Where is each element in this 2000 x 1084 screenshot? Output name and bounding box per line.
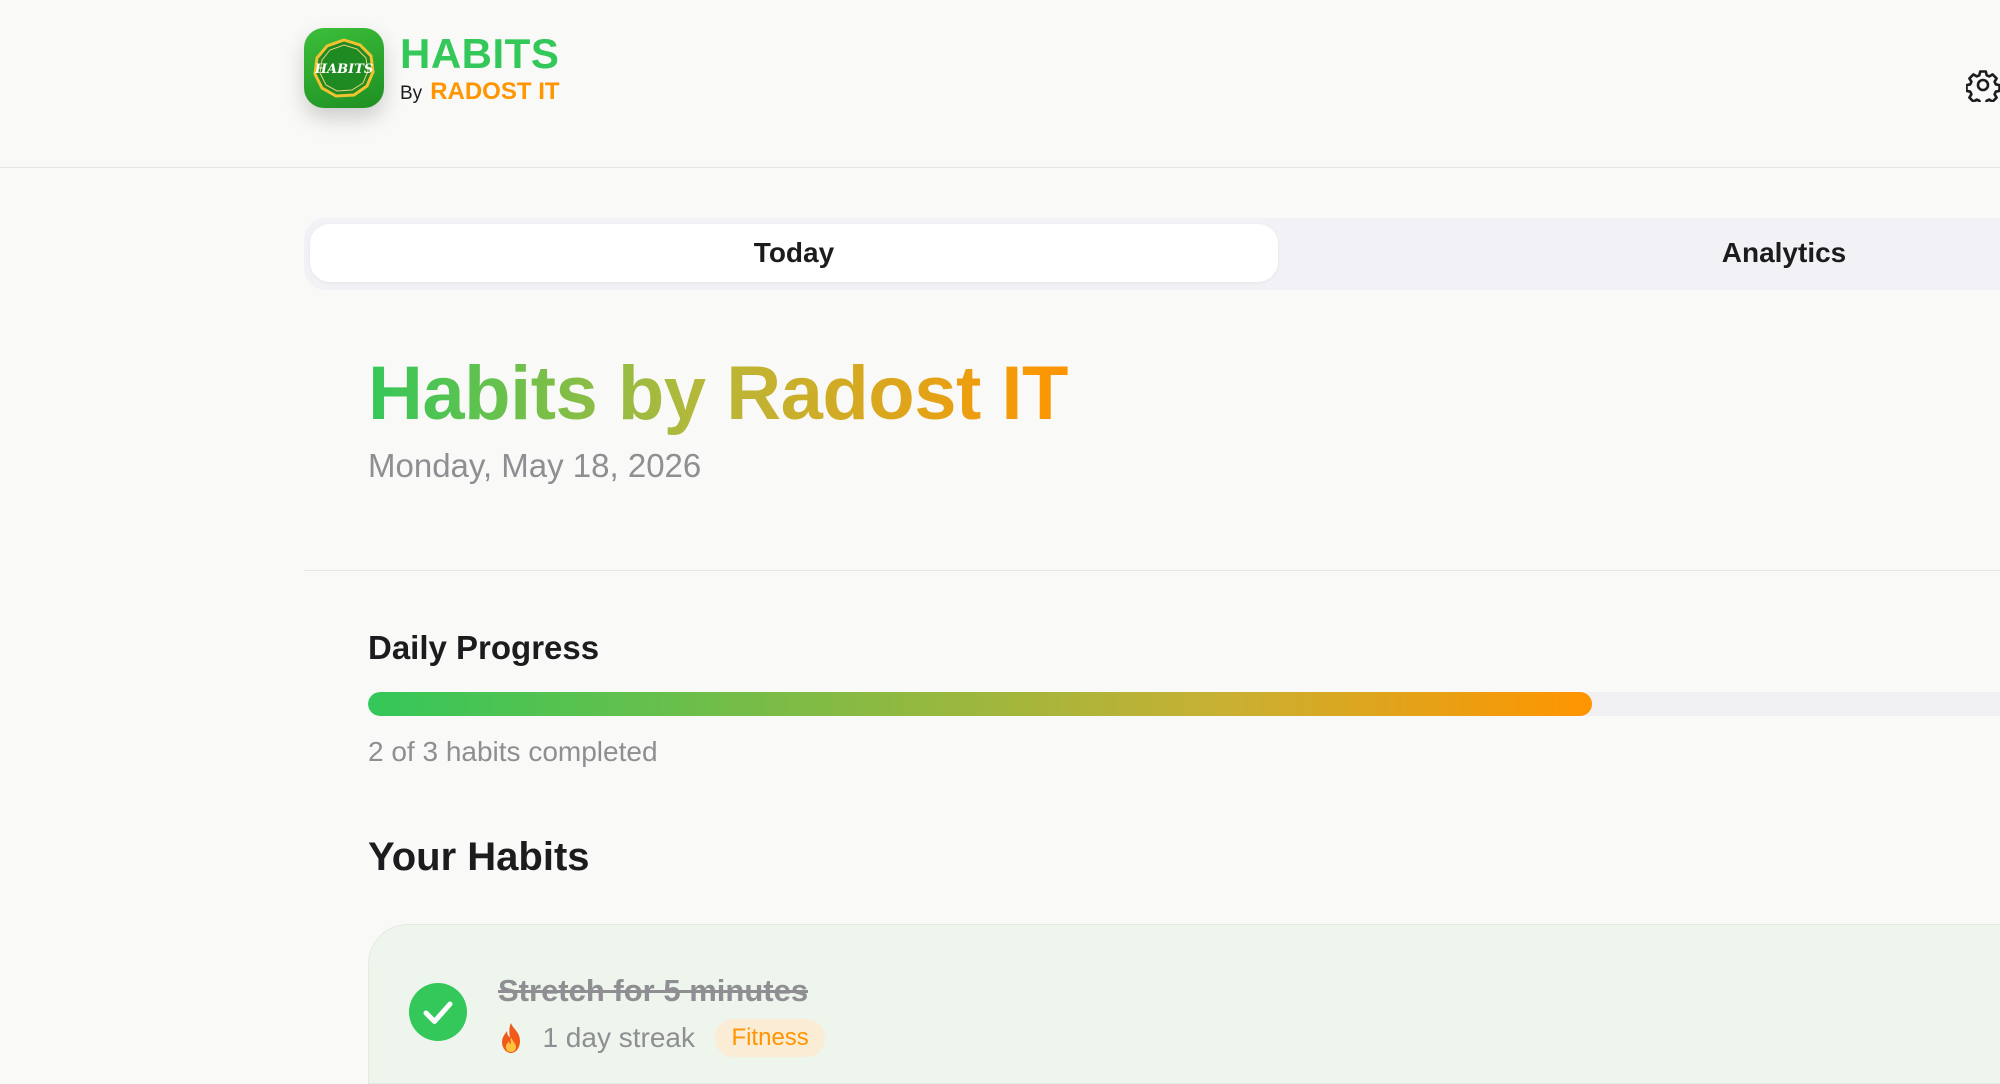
daily-progress-caption: 2 of 3 habits completed [368, 736, 658, 767]
gear-icon [1965, 70, 2000, 106]
brand-subtitle: By RADOST IT [400, 78, 560, 109]
current-date: Monday, May 18, 2026 [368, 447, 702, 484]
your-habits-title: Your Habits [368, 835, 590, 879]
daily-progress-fill [368, 692, 1592, 716]
page-title: Habits by Radost IT [368, 348, 1068, 440]
habit-complete-toggle[interactable] [409, 983, 467, 1041]
habit-category-badge: Fitness [715, 1019, 825, 1057]
svg-text:HABITS: HABITS [314, 62, 374, 77]
app-logo-icon[interactable]: HABITS [304, 28, 384, 108]
habit-card[interactable]: Stretch for 5 minutes 1 day streak Fitne… [368, 924, 2000, 1084]
brand-title: HABITS [400, 30, 560, 77]
habit-name: Stretch for 5 minutes [498, 973, 809, 1008]
brand-company-label: RADOST IT [430, 78, 560, 105]
daily-progress-title: Daily Progress [368, 629, 600, 666]
tab-today[interactable]: Today [310, 224, 1278, 282]
app-header: HABITS HABITS By RADOST IT [0, 0, 2000, 168]
daily-progress-bar [368, 692, 2000, 716]
view-tabs: Today Analytics [304, 218, 2000, 290]
checkmark-icon [423, 1001, 453, 1024]
habit-meta: 1 day streak Fitness [498, 1019, 825, 1059]
tab-analytics[interactable]: Analytics [1584, 224, 1984, 282]
settings-button[interactable] [1965, 68, 2000, 106]
flame-icon [502, 1023, 520, 1053]
section-divider [304, 570, 2000, 571]
habit-streak: 1 day streak [542, 1022, 695, 1053]
brand-by-label: By [400, 83, 423, 104]
